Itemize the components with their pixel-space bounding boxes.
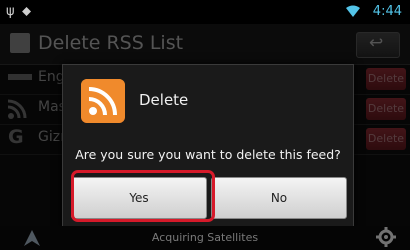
dialog-message: Are you sure you want to delete this fee… — [75, 147, 341, 162]
dialog-header: Delete — [63, 65, 353, 145]
lock-icon: ⬥ — [22, 4, 32, 19]
rss-feed-icon — [81, 79, 125, 123]
gps-status: Acquiring Satellites — [151, 231, 259, 244]
wifi-icon — [346, 5, 360, 17]
yes-button-highlight — [71, 170, 215, 222]
usb-icon: ψ — [6, 4, 15, 19]
gear-icon[interactable] — [376, 227, 396, 247]
no-button[interactable]: No — [211, 177, 347, 219]
status-time: 4:44 — [372, 4, 402, 19]
dialog-buttons: Yes No — [71, 170, 347, 222]
dialog-title: Delete — [139, 91, 189, 109]
delete-dialog: Delete Are you sure you want to delete t… — [62, 64, 354, 228]
